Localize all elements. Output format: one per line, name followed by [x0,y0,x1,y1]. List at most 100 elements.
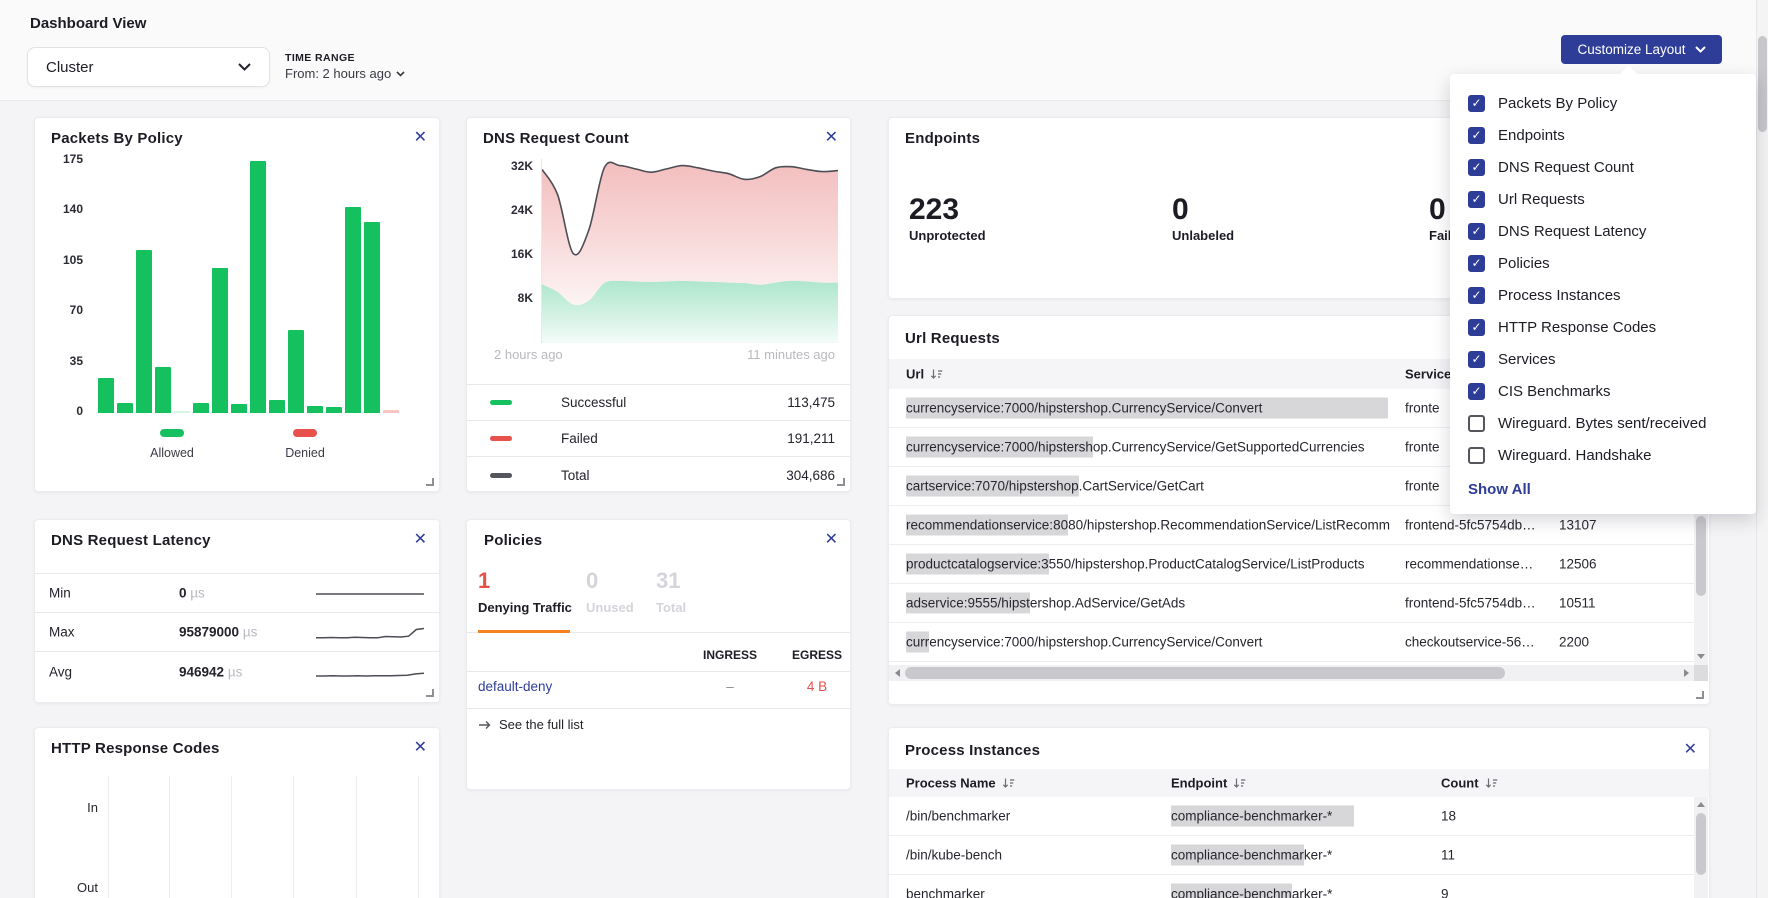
resize-handle[interactable] [426,689,434,697]
sparkline [316,582,426,606]
stat-label: Unlabeled [1172,228,1234,243]
checkbox-checked-icon[interactable]: ✓ [1468,287,1485,304]
scrollbar-corner [1694,665,1708,681]
bar-allowed [98,378,114,413]
scrollbar-thumb[interactable] [905,667,1505,679]
customize-layout-button[interactable]: Customize Layout [1561,35,1722,64]
process-name-cell: /bin/benchmarker [906,809,1010,824]
latency-value: 0 µs [179,586,205,601]
menu-item[interactable]: ✓ Process Instances [1450,279,1756,311]
view-selector-dropdown[interactable]: Cluster [27,47,270,87]
menu-item-label: Wireguard. Bytes sent/received [1498,415,1706,432]
legend-label: Total [561,468,590,483]
menu-item[interactable]: Wireguard. Handshake [1450,439,1756,471]
policy-tab-denying-traffic[interactable]: 1Denying Traffic [478,568,572,615]
stat-unprotected: 223Unprotected [909,194,986,243]
policy-tab-unused[interactable]: 0Unused [586,568,634,615]
menu-item[interactable]: ✓ Packets By Policy [1450,87,1756,119]
heatmap-gridline [356,776,357,898]
service-cell: frontend-5fc5754db… [1405,518,1553,533]
column-header-url[interactable]: Url [906,367,943,382]
process-row[interactable]: /bin/kube-benchcompliance-benchmarker-*1… [889,836,1695,875]
scroll-left-icon[interactable] [895,669,900,677]
see-full-list-label: See the full list [499,717,584,732]
process-row[interactable]: benchmarkercompliance-benchmarker-*9 [889,875,1695,898]
show-all-link[interactable]: Show All [1468,481,1531,498]
page-scrollbar[interactable] [1756,0,1768,898]
time-range-selector[interactable]: From: 2 hours ago [285,66,405,81]
menu-item[interactable]: ✓CIS Benchmarks [1450,375,1756,407]
table-body: /bin/benchmarkercompliance-benchmarker-*… [889,797,1695,898]
card-title: DNS Request Latency [51,532,211,549]
y-axis-tick: 35 [53,354,83,368]
process-instances-card: Process Instances ✕ Process NameEndpoint… [888,727,1710,898]
checkbox-checked-icon[interactable]: ✓ [1468,383,1485,400]
area-chart [541,159,837,343]
menu-item[interactable]: ✓Services [1450,343,1756,375]
scroll-right-icon[interactable] [1684,669,1689,677]
menu-item-label: Process Instances [1498,287,1621,304]
checkbox-checked-icon[interactable]: ✓ [1468,159,1485,176]
menu-item-label: Packets By Policy [1498,95,1617,112]
vertical-scrollbar[interactable] [1694,797,1708,898]
latency-value: 95879000 µs [179,625,257,640]
column-header-process-name[interactable]: Process Name [906,776,1015,791]
menu-item[interactable]: ✓DNS Request Count [1450,151,1756,183]
horizontal-scrollbar[interactable] [889,665,1695,681]
bar-allowed [117,403,133,413]
process-row[interactable]: /bin/benchmarkercompliance-benchmarker-*… [889,797,1695,836]
count-cell: 2200 [1559,635,1589,650]
checkbox-unchecked-icon[interactable] [1468,415,1485,432]
checkbox-checked-icon[interactable]: ✓ [1468,351,1485,368]
menu-item[interactable]: ✓Endpoints [1450,119,1756,151]
menu-item[interactable]: ✓DNS Request Latency [1450,215,1756,247]
y-axis-tick: 16K [503,247,533,261]
resize-handle[interactable] [1696,691,1704,699]
column-header-count[interactable]: Count [1441,776,1498,791]
legend-item-denied: Denied [265,424,345,460]
close-icon[interactable]: ✕ [825,532,838,548]
sort-icon [1002,777,1015,790]
menu-item[interactable]: ✓HTTP Response Codes [1450,311,1756,343]
checkbox-checked-icon[interactable]: ✓ [1468,319,1485,336]
scrollbar-thumb[interactable] [1696,516,1706,596]
ingress-value: – [680,679,780,694]
stat-unlabeled: 0Unlabeled [1172,194,1234,243]
close-icon[interactable]: ✕ [414,532,427,548]
column-header-service[interactable]: Service [1405,367,1451,382]
policy-name-link[interactable]: default-deny [478,679,552,694]
checkbox-checked-icon[interactable]: ✓ [1468,95,1485,112]
see-full-list-link[interactable]: See the full list [478,717,584,732]
scrollbar-thumb[interactable] [1758,36,1767,132]
checkbox-checked-icon[interactable]: ✓ [1468,255,1485,272]
resize-handle[interactable] [837,478,845,486]
menu-item[interactable]: ✓Policies [1450,247,1756,279]
menu-item-label: Url Requests [1498,191,1585,208]
count-cell: 9 [1441,887,1449,898]
url-request-row[interactable]: productcatalogservice:3550/hipstershop.P… [889,545,1695,584]
close-icon[interactable]: ✕ [825,130,838,146]
resize-handle[interactable] [426,478,434,486]
menu-item[interactable]: ✓ Url Requests [1450,183,1756,215]
url-cell: productcatalogservice:3550/hipstershop.P… [906,557,1365,572]
count-cell: 11 [1441,848,1455,863]
close-icon[interactable]: ✕ [414,740,427,756]
checkbox-unchecked-icon[interactable] [1468,447,1485,464]
policy-tab-total[interactable]: 31Total [656,568,686,615]
checkbox-checked-icon[interactable]: ✓ [1468,127,1485,144]
url-request-row[interactable]: adservice:9555/hipstershop.AdService/Get… [889,584,1695,623]
process-name-cell: benchmarker [906,887,985,898]
checkbox-checked-icon[interactable]: ✓ [1468,223,1485,240]
checkbox-checked-icon[interactable]: ✓ [1468,191,1485,208]
latency-unit: µs [243,625,258,640]
column-header-endpoint[interactable]: Endpoint [1171,776,1246,791]
close-icon[interactable]: ✕ [1684,742,1697,758]
scrollbar-thumb[interactable] [1696,813,1706,875]
legend-item-allowed: Allowed [132,424,212,460]
url-request-row[interactable]: currencyservice:7000/hipstershop.Currenc… [889,623,1695,662]
close-icon[interactable]: ✕ [414,130,427,146]
scroll-down-icon[interactable] [1697,654,1705,659]
menu-item[interactable]: Wireguard. Bytes sent/received [1450,407,1756,439]
legend-swatch [160,429,184,437]
scroll-up-icon[interactable] [1697,802,1705,807]
